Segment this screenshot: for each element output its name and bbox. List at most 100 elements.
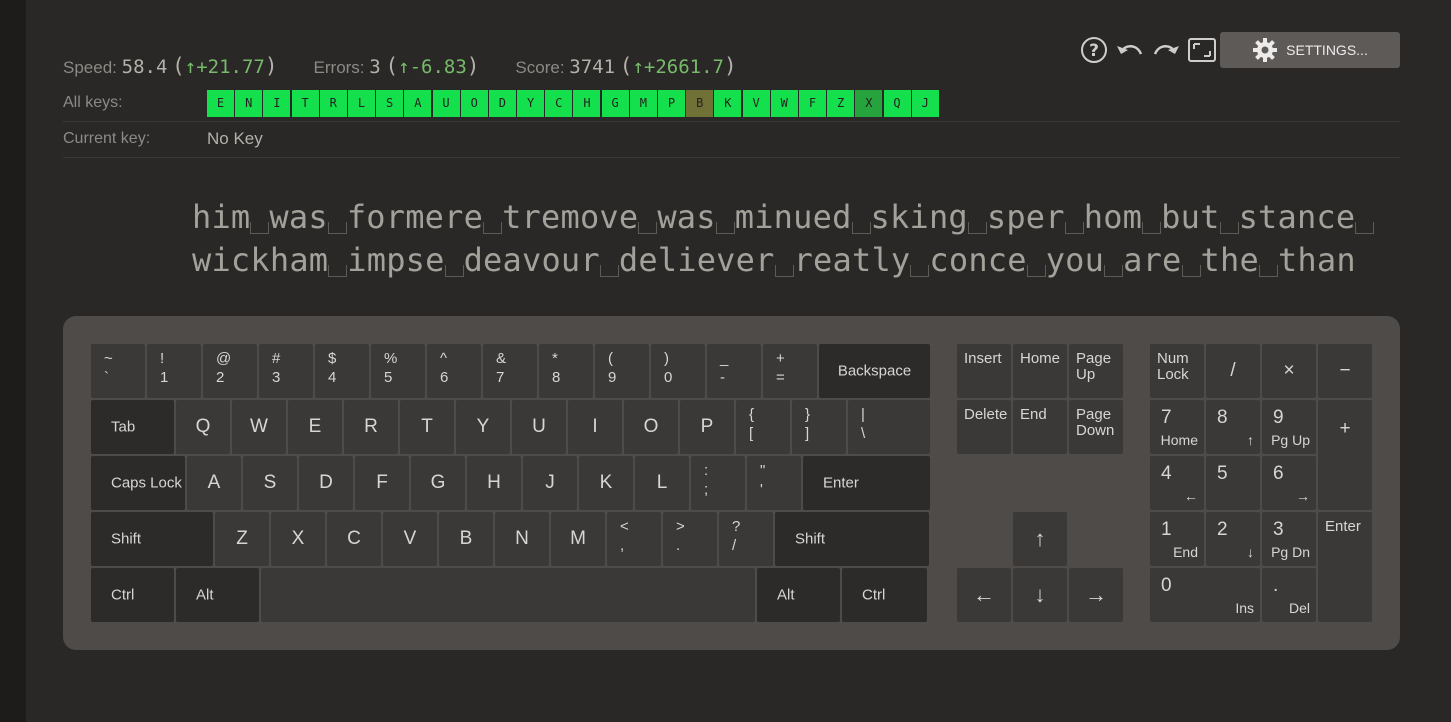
key-o[interactable]: O: [624, 400, 678, 454]
arrow-left-key[interactable]: ←: [957, 568, 1011, 622]
key-w[interactable]: W: [232, 400, 286, 454]
key-5[interactable]: % 5: [371, 344, 425, 398]
key-label: Ins: [1235, 600, 1254, 616]
numpad-divide-key[interactable]: /: [1206, 344, 1260, 398]
key-m[interactable]: M: [551, 512, 605, 566]
key-space[interactable]: [261, 568, 755, 622]
key-page-down[interactable]: Page Down: [1069, 400, 1123, 454]
key-symbol[interactable]: + =: [763, 344, 817, 398]
numpad-multiply-key[interactable]: ×: [1262, 344, 1316, 398]
key-n[interactable]: N: [495, 512, 549, 566]
key-1[interactable]: ! 1: [147, 344, 201, 398]
key-q[interactable]: Q: [176, 400, 230, 454]
key-p[interactable]: P: [680, 400, 734, 454]
numpad-4-key[interactable]: 4 ←: [1150, 456, 1204, 510]
numpad-6-key[interactable]: 6 →: [1262, 456, 1316, 510]
key-3[interactable]: #3: [259, 344, 313, 398]
key-j[interactable]: J: [523, 456, 577, 510]
key-ctrl[interactable]: Ctrl: [842, 568, 927, 622]
all-keys-row: All keys: ENITRLSAUODYCHGMPBKVWFZXQJ: [63, 85, 1400, 122]
arrow-right-key[interactable]: →: [1069, 568, 1123, 622]
key-2[interactable]: @2: [203, 344, 257, 398]
help-icon[interactable]: ?: [1079, 35, 1109, 65]
key-7[interactable]: & 7: [483, 344, 537, 398]
key-i[interactable]: I: [568, 400, 622, 454]
settings-button[interactable]: SETTINGS...: [1220, 32, 1400, 68]
key-c[interactable]: C: [327, 512, 381, 566]
key-symbol[interactable]: _ -: [707, 344, 761, 398]
numlock-key[interactable]: Num Lock: [1150, 344, 1204, 398]
key-ctrl[interactable]: Ctrl: [91, 568, 174, 622]
key-symbol[interactable]: <,: [607, 512, 661, 566]
numpad-minus-key[interactable]: −: [1318, 344, 1372, 398]
key-x[interactable]: X: [271, 512, 325, 566]
key-home[interactable]: Home: [1013, 344, 1067, 398]
key-t[interactable]: T: [400, 400, 454, 454]
numpad-3-key[interactable]: 3 Pg Dn: [1262, 512, 1316, 566]
key-k[interactable]: K: [579, 456, 633, 510]
redo-icon[interactable]: [1151, 35, 1181, 65]
key-a[interactable]: A: [187, 456, 241, 510]
key-z[interactable]: Z: [215, 512, 269, 566]
key-page-up[interactable]: Page Up: [1069, 344, 1123, 398]
numpad-0-key[interactable]: 0 Ins: [1150, 568, 1260, 622]
key-delete[interactable]: Delete: [957, 400, 1011, 454]
key-backspace[interactable]: Backspace: [819, 344, 930, 398]
key-label: F: [376, 472, 388, 493]
key-chip: M: [629, 89, 657, 117]
key-symbol[interactable]: {[: [736, 400, 790, 454]
numpad-5-key[interactable]: 5: [1206, 456, 1260, 510]
key-caps-lock[interactable]: Caps Lock: [91, 456, 185, 510]
key-6[interactable]: ^ 6: [427, 344, 481, 398]
key-shift[interactable]: Shift: [775, 512, 929, 566]
key-0[interactable]: ) 0: [651, 344, 705, 398]
key-y[interactable]: Y: [456, 400, 510, 454]
arrow-up-key[interactable]: ↑: [1013, 512, 1067, 566]
key-r[interactable]: R: [344, 400, 398, 454]
key-chip: F: [798, 89, 826, 117]
numpad-7-key[interactable]: 7 Home: [1150, 400, 1204, 454]
key-s[interactable]: S: [243, 456, 297, 510]
numpad-dot-key[interactable]: . Del: [1262, 568, 1316, 622]
key-label: Shift: [795, 530, 826, 548]
key-alt[interactable]: Alt: [757, 568, 840, 622]
key-v[interactable]: V: [383, 512, 437, 566]
key-u[interactable]: U: [512, 400, 566, 454]
key-symbol[interactable]: " ': [747, 456, 801, 510]
numpad-enter-key[interactable]: Enter: [1318, 512, 1372, 622]
key-symbol[interactable]: :;: [691, 456, 745, 510]
fullscreen-icon[interactable]: [1187, 35, 1217, 65]
key-f[interactable]: F: [355, 456, 409, 510]
key-b[interactable]: B: [439, 512, 493, 566]
key-symbol[interactable]: }]: [792, 400, 846, 454]
key-symbol[interactable]: | \: [848, 400, 930, 454]
key-h[interactable]: H: [467, 456, 521, 510]
key-symbol[interactable]: ~ `: [91, 344, 145, 398]
numpad-1-key[interactable]: 1 End: [1150, 512, 1204, 566]
key-end[interactable]: End: [1013, 400, 1067, 454]
key-insert[interactable]: Insert: [957, 344, 1011, 398]
key-shift[interactable]: Shift: [91, 512, 213, 566]
key-9[interactable]: (9: [595, 344, 649, 398]
score-stat: Score: 3741 (↑+2661.7): [515, 54, 737, 78]
key-g[interactable]: G: [411, 456, 465, 510]
numpad-9-key[interactable]: 9 Pg Up: [1262, 400, 1316, 454]
numpad-plus-key[interactable]: +: [1318, 400, 1372, 510]
key-chip: V: [742, 89, 770, 117]
key-label: (: [608, 350, 613, 367]
key-alt[interactable]: Alt: [176, 568, 259, 622]
key-d[interactable]: D: [299, 456, 353, 510]
numpad-8-key[interactable]: 8 ↑: [1206, 400, 1260, 454]
text-line: him was formere tremove was minued sking sper ho…: [192, 196, 1375, 239]
key-symbol[interactable]: >.: [663, 512, 717, 566]
key-symbol[interactable]: ? /: [719, 512, 773, 566]
key-4[interactable]: $4: [315, 344, 369, 398]
arrow-down-key[interactable]: ↓: [1013, 568, 1067, 622]
undo-icon[interactable]: [1115, 35, 1145, 65]
key-tab[interactable]: Tab: [91, 400, 174, 454]
key-l[interactable]: L: [635, 456, 689, 510]
numpad-2-key[interactable]: 2 ↓: [1206, 512, 1260, 566]
key-e[interactable]: E: [288, 400, 342, 454]
key-8[interactable]: * 8: [539, 344, 593, 398]
key-enter[interactable]: Enter: [803, 456, 930, 510]
